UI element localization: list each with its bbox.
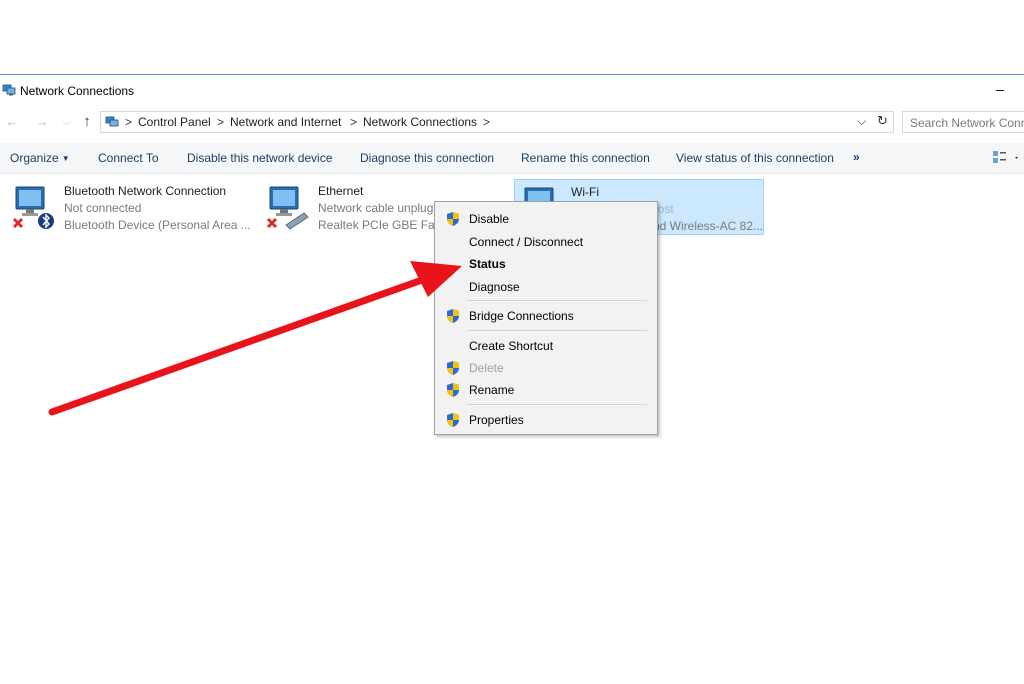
address-history-chevron-down-icon[interactable]: ⌵ xyxy=(857,114,866,129)
breadcrumb-separator[interactable]: > xyxy=(125,115,132,129)
dropdown-caret-icon: ▼ xyxy=(61,154,70,163)
address-row: ← → ⌵ ↑ > Control Panel > Network and In… xyxy=(0,109,1024,137)
forward-arrow-icon[interactable]: → xyxy=(34,114,50,130)
network-connections-icon xyxy=(2,84,16,96)
breadcrumb-network-and-internet[interactable]: Network and Internet xyxy=(230,115,341,129)
breadcrumb-network-connections[interactable]: Network Connections xyxy=(363,115,477,129)
menu-separator xyxy=(467,404,647,405)
menu-item-label: Delete xyxy=(469,361,504,375)
menu-item-status[interactable]: Status xyxy=(435,253,657,275)
connection-name: Bluetooth Network Connection xyxy=(64,184,227,198)
connection-name: Wi-Fi xyxy=(571,185,599,199)
uac-shield-icon xyxy=(447,383,459,397)
connection-device: Bluetooth Device (Personal Area ... xyxy=(64,218,251,232)
connection-item-ethernet[interactable]: Ethernet Network cable unplug Realtek PC… xyxy=(254,179,454,235)
change-view-icon[interactable] xyxy=(990,149,1020,167)
menu-item-bridge-connections[interactable]: Bridge Connections xyxy=(435,305,657,327)
menu-item-delete: Delete xyxy=(435,357,657,379)
minimize-button[interactable]: – xyxy=(990,81,1010,99)
back-arrow-icon[interactable]: ← xyxy=(4,114,20,130)
window-title: Network Connections xyxy=(20,84,135,98)
recent-locations-chevron-down-icon[interactable]: ⌵ xyxy=(58,114,74,130)
connection-status: Not connected xyxy=(64,201,142,215)
command-bar: Organize ▼ Connect To Disable this networ… xyxy=(0,143,1024,174)
disable-device-button[interactable]: Disable this network device xyxy=(187,151,332,165)
connection-name: Ethernet xyxy=(318,184,364,198)
breadcrumb-separator[interactable]: > xyxy=(483,115,490,129)
organize-button[interactable]: Organize ▼ xyxy=(10,151,70,165)
menu-item-create-shortcut[interactable]: Create Shortcut xyxy=(435,335,657,357)
ethernet-adapter-icon xyxy=(266,186,309,230)
menu-item-label: Status xyxy=(469,257,506,271)
menu-item-rename[interactable]: Rename xyxy=(435,379,657,401)
menu-item-properties[interactable]: Properties xyxy=(435,409,657,431)
menu-item-disable[interactable]: Disable xyxy=(435,208,657,230)
menu-item-label: Diagnose xyxy=(469,280,520,294)
breadcrumb-separator[interactable]: > xyxy=(350,115,357,129)
organize-label: Organize xyxy=(10,151,59,165)
context-menu: Disable Connect / Disconnect Status Diag… xyxy=(434,201,658,435)
menu-item-label: Rename xyxy=(469,383,515,397)
uac-shield-icon xyxy=(447,212,459,226)
menu-item-label: Create Shortcut xyxy=(469,339,554,353)
connection-item-bluetooth[interactable]: Bluetooth Network Connection Not connect… xyxy=(0,179,251,235)
breadcrumb-separator[interactable]: > xyxy=(217,115,224,129)
menu-item-label: Properties xyxy=(469,413,524,427)
breadcrumb-control-panel[interactable]: Control Panel xyxy=(138,115,211,129)
connection-device: Realtek PCIe GBE Famil xyxy=(318,218,451,232)
menu-item-label: Connect / Disconnect xyxy=(469,235,584,249)
title-bar: Network Connections – xyxy=(0,75,1024,107)
uac-shield-icon xyxy=(447,309,459,323)
menu-separator xyxy=(467,330,647,331)
menu-item-label: Disable xyxy=(469,212,510,226)
control-panel-icon xyxy=(105,116,119,127)
uac-shield-icon xyxy=(447,361,459,375)
connection-status: Network cable unplug xyxy=(318,201,434,215)
menu-separator xyxy=(467,300,647,301)
bluetooth-network-adapter-icon xyxy=(12,186,54,229)
rename-button[interactable]: Rename this connection xyxy=(521,151,650,165)
address-bar[interactable]: > Control Panel > Network and Internet >… xyxy=(100,111,894,133)
menu-item-diagnose[interactable]: Diagnose xyxy=(435,276,657,298)
diagnose-button[interactable]: Diagnose this connection xyxy=(360,151,494,165)
menu-item-label: Bridge Connections xyxy=(469,309,574,323)
connect-to-button[interactable]: Connect To xyxy=(98,151,159,165)
uac-shield-icon xyxy=(447,413,459,427)
view-status-button[interactable]: View status of this connection xyxy=(676,151,834,165)
connection-device: nd Wireless-AC 82... xyxy=(653,219,764,233)
search-input[interactable]: Search Network Conn xyxy=(902,111,1024,133)
refresh-icon[interactable]: ↻ xyxy=(877,113,888,129)
up-arrow-icon[interactable]: ↑ xyxy=(79,114,95,130)
more-commands-button[interactable]: » xyxy=(853,150,860,164)
menu-item-connect-disconnect[interactable]: Connect / Disconnect xyxy=(435,231,657,253)
